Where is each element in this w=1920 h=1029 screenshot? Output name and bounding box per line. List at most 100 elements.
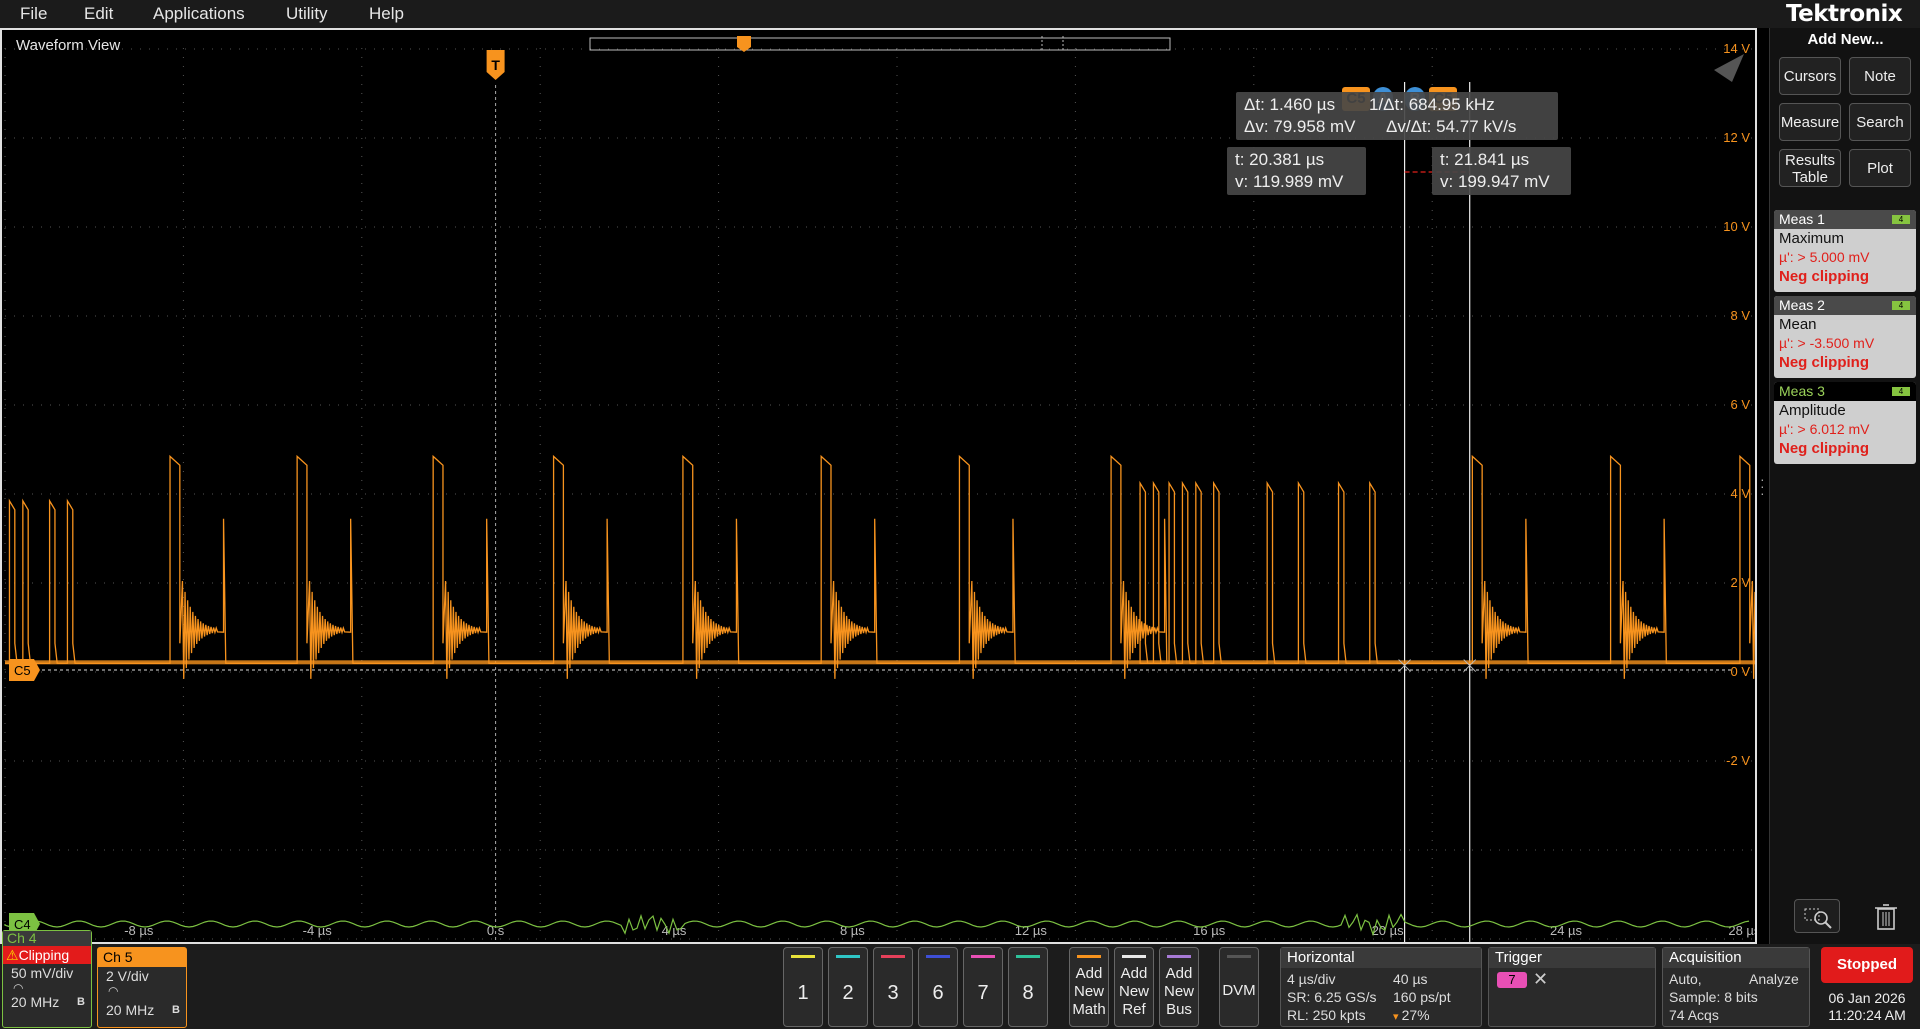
cursor-a-volt: v: 119.989 mV	[1235, 172, 1344, 191]
channel-3-color	[881, 955, 905, 958]
ch5-waveform	[5, 454, 1755, 679]
dvm-button[interactable]: DVM	[1219, 947, 1259, 1027]
meas-1-title: Meas 1	[1779, 211, 1825, 227]
y-axis-tick-label: -2 V	[1726, 753, 1750, 768]
meas-1-header: Meas 1 4	[1774, 210, 1916, 229]
channel-2-button[interactable]: 2	[828, 947, 868, 1027]
channel-2-label: 2	[842, 982, 854, 1004]
sample-rate: SR: 6.25 GS/s	[1287, 989, 1377, 1005]
channel-3-label: 3	[887, 982, 899, 1004]
menu-applications[interactable]: Applications	[153, 4, 245, 24]
acquisition-analyze: Analyze	[1749, 971, 1799, 987]
ch4-label: Ch 4	[3, 931, 91, 946]
meas-1-value: µ': > 5.000 mV	[1779, 249, 1870, 265]
trigger-source: 7	[1497, 972, 1527, 988]
panel-resize-handle[interactable]: · · ·	[1760, 472, 1765, 500]
bus-color-bar	[1167, 955, 1191, 958]
inv-delta-t-value: 1/Δt: 684.95 kHz	[1369, 95, 1495, 114]
bw-limit-icon: B	[77, 996, 85, 1008]
channel-7-button[interactable]: 7	[963, 947, 1003, 1027]
results-table-line2: Table	[1792, 169, 1828, 186]
channel-3-button[interactable]: 3	[873, 947, 913, 1027]
menu-utility[interactable]: Utility	[286, 4, 328, 24]
add-new-math-button[interactable]: Add New Math	[1069, 947, 1109, 1027]
horizontal-badge[interactable]: Horizontal 4 µs/div 40 µs SR: 6.25 GS/s …	[1280, 947, 1482, 1027]
acquisition-badge[interactable]: Acquisition Auto, Analyze Sample: 8 bits…	[1662, 947, 1810, 1027]
bw-limit-icon: B	[172, 1004, 180, 1016]
meas-1-status: Neg clipping	[1779, 268, 1869, 285]
x-axis-tick-label: -8 µs	[124, 923, 154, 938]
meas-3-status: Neg clipping	[1779, 440, 1869, 457]
search-button[interactable]: Search	[1849, 103, 1911, 141]
add-new-bus-button[interactable]: Add New Bus	[1159, 947, 1199, 1027]
plot-button[interactable]: Plot	[1849, 149, 1911, 187]
channel-1-button[interactable]: 1	[783, 947, 823, 1027]
y-axis-tick-label: 10 V	[1723, 219, 1750, 234]
zoom-button[interactable]	[1794, 899, 1840, 933]
meas-3-source-badge: 4	[1892, 387, 1910, 396]
channel-6-label: 6	[932, 982, 944, 1004]
acquisition-mode: Auto,	[1669, 971, 1702, 987]
probe-icon: ◠	[13, 981, 24, 995]
meas-2-name: Mean	[1779, 316, 1817, 333]
menu-edit[interactable]: Edit	[84, 4, 113, 24]
delta-t-value: Δt: 1.460 µs	[1244, 95, 1336, 114]
meas-1-source-badge: 4	[1892, 215, 1910, 224]
meas-2-status: Neg clipping	[1779, 354, 1869, 371]
dvm-label: DVM	[1222, 982, 1256, 999]
results-table-button[interactable]: Results Table	[1779, 149, 1841, 187]
measure-button[interactable]: Measure	[1779, 103, 1841, 141]
cursor-b-volt: v: 199.947 mV	[1440, 172, 1550, 191]
cursor-b-time: t: 21.841 µs	[1440, 150, 1530, 169]
ch5-badge[interactable]: Ch 5 2 V/div ◠ 20 MHz B	[97, 947, 187, 1028]
add-math-line1: Add	[1075, 965, 1103, 982]
meas-1-badge[interactable]: Meas 1 4 Maximum µ': > 5.000 mV Neg clipp…	[1774, 210, 1916, 292]
trigger-badge[interactable]: Trigger 7 ✕	[1488, 947, 1656, 1027]
cursors-button[interactable]: Cursors	[1779, 57, 1841, 95]
run-stop-button[interactable]: Stopped	[1821, 947, 1913, 983]
time-resolution: 160 ps/pt	[1393, 989, 1451, 1005]
meas-2-badge[interactable]: Meas 2 4 Mean µ': > -3.500 mV Neg clippin…	[1774, 296, 1916, 378]
ch4-clipping-text: Clipping	[18, 947, 70, 963]
warning-icon: ⚠	[6, 947, 19, 963]
delete-button[interactable]	[1866, 899, 1906, 933]
channel-6-button[interactable]: 6	[918, 947, 958, 1027]
menu-file[interactable]: File	[20, 4, 47, 24]
x-axis-tick-label: 8 µs	[840, 923, 865, 938]
meas-2-value: µ': > -3.500 mV	[1779, 335, 1875, 351]
acquisition-count: 74 Acqs	[1669, 1007, 1719, 1023]
channel-2-color	[836, 955, 860, 958]
cursor-delta-readout: Δt: 1.460 µs 1/Δt: 684.95 kHz Δv: 79.958…	[1236, 92, 1558, 140]
add-ref-line1: Add	[1120, 965, 1148, 982]
ch4-bandwidth-row: 20 MHz B	[3, 994, 91, 1010]
meas-3-title: Meas 3	[1779, 383, 1825, 399]
trigger-position-row: ▾ 27%	[1393, 1007, 1430, 1026]
meas-2-title: Meas 2	[1779, 297, 1825, 313]
add-bus-line1: Add	[1165, 965, 1193, 982]
meas-3-badge[interactable]: Meas 3 4 Amplitude µ': > 6.012 mV Neg cli…	[1774, 382, 1916, 464]
add-new-ref-button[interactable]: Add New Ref	[1114, 947, 1154, 1027]
horizontal-title: Horizontal	[1281, 948, 1481, 968]
channel-8-label: 8	[1022, 982, 1034, 1004]
probe-icon: ◠	[108, 984, 119, 998]
add-bus-line2: New	[1163, 983, 1194, 1000]
add-ref-line3: Ref	[1122, 1001, 1146, 1018]
results-table-line1: Results	[1784, 152, 1836, 169]
date-time: 06 Jan 2026 11:20:24 AM	[1821, 990, 1913, 1024]
waveform-view[interactable]: Waveform View 16 V14 V12 V10 V8 V6 V4 V2…	[0, 28, 1757, 944]
channel-7-color	[971, 955, 995, 958]
y-axis-tick-label: 0 V	[1730, 664, 1750, 679]
add-ref-line2: New	[1118, 983, 1149, 1000]
horizontal-scale: 4 µs/div	[1287, 971, 1336, 987]
meas-3-name: Amplitude	[1779, 402, 1846, 419]
ch4-badge[interactable]: Ch 4 ⚠Clipping 50 mV/div ◠ 20 MHz B	[2, 930, 92, 1028]
ch4-clipping-warning: ⚠Clipping	[3, 946, 91, 964]
dvm-color-bar	[1227, 955, 1251, 958]
channel-1-label: 1	[797, 982, 809, 1004]
menu-help[interactable]: Help	[369, 4, 404, 24]
trash-icon	[1875, 904, 1897, 930]
trigger-marker-label: T	[491, 57, 500, 73]
channel-8-button[interactable]: 8	[1008, 947, 1048, 1027]
tektronix-logo: Tektronix	[1786, 1, 1903, 27]
note-button[interactable]: Note	[1849, 57, 1911, 95]
